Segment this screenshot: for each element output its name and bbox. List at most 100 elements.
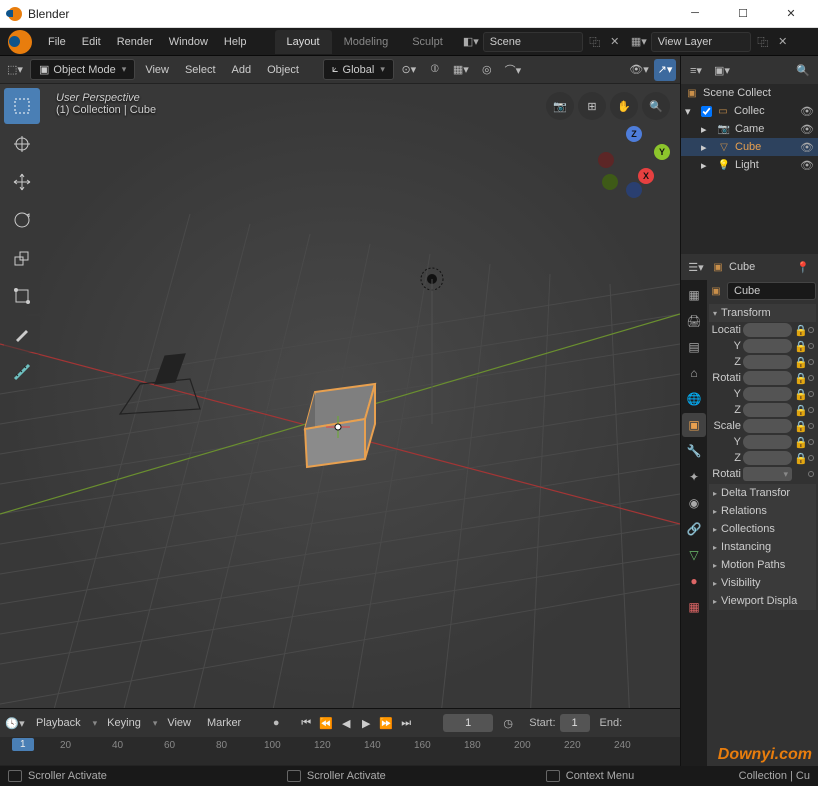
ptab-world[interactable]: 🌐	[682, 387, 706, 411]
outliner[interactable]: ▣ Scene Collect ▾ ▭ Collec 👁 ▸ 📷 Came 👁 …	[681, 84, 818, 254]
pivot-icon[interactable]: ⊙▾	[398, 59, 420, 81]
nav-camera-icon[interactable]: 📷	[546, 92, 574, 120]
proportional-icon[interactable]: ◎	[476, 59, 498, 81]
tab-modeling[interactable]: Modeling	[332, 30, 401, 54]
ptab-modifiers[interactable]: 🔧	[682, 439, 706, 463]
axis-gizmo[interactable]: Z Y X	[598, 126, 670, 198]
ptab-texture[interactable]: ▦	[682, 595, 706, 619]
panel-transform[interactable]: ▾Transform	[709, 304, 816, 322]
jump-start-icon[interactable]: ⏮	[297, 713, 315, 733]
menu-select[interactable]: Select	[179, 60, 222, 80]
ptab-data[interactable]: ▽	[682, 543, 706, 567]
scene-new-icon[interactable]: ⿻	[587, 34, 603, 50]
nav-zoom-icon[interactable]: 🔍	[642, 92, 670, 120]
menu-render[interactable]: Render	[109, 32, 161, 52]
menu-help[interactable]: Help	[216, 32, 255, 52]
snap-target-icon[interactable]: ▦▾	[450, 59, 472, 81]
menu-object[interactable]: Object	[261, 60, 305, 80]
outliner-root[interactable]: ▣ Scene Collect	[681, 84, 818, 102]
play-reverse-icon[interactable]: ◀	[337, 713, 355, 733]
rot-y[interactable]	[743, 387, 792, 401]
viewlayer-delete-icon[interactable]: ✕	[775, 34, 791, 50]
visibility-eye-icon[interactable]: 👁	[800, 141, 814, 154]
scene-name-field[interactable]: Scene	[483, 32, 583, 52]
axis-y[interactable]: Y	[654, 144, 670, 160]
maximize-button[interactable]: ☐	[728, 7, 758, 20]
panel-instancing[interactable]: ▸Instancing	[709, 538, 816, 556]
axis-z[interactable]: Z	[626, 126, 642, 142]
rot-z[interactable]	[743, 403, 792, 417]
editor-type-icon[interactable]: ⬚▾	[4, 59, 26, 81]
nav-pan-icon[interactable]: ✋	[610, 92, 638, 120]
viewlayer-browse-icon[interactable]: ▦▾	[631, 34, 647, 50]
tool-transform[interactable]	[4, 278, 40, 314]
rot-mode[interactable]: ▾	[743, 467, 792, 481]
search-icon[interactable]: 🔍	[792, 59, 814, 81]
outliner-item-cube[interactable]: ▸ ▽ Cube 👁	[681, 138, 818, 156]
ptab-physics[interactable]: ◉	[682, 491, 706, 515]
tool-select-box[interactable]	[4, 88, 40, 124]
loc-x[interactable]	[743, 323, 792, 337]
scale-z[interactable]	[743, 451, 792, 465]
ptab-material[interactable]: ●	[682, 569, 706, 593]
loc-z[interactable]	[743, 355, 792, 369]
menu-edit[interactable]: Edit	[74, 32, 109, 52]
keyframe-prev-icon[interactable]: ⏪	[317, 713, 335, 733]
loc-y[interactable]	[743, 339, 792, 353]
tool-scale[interactable]	[4, 240, 40, 276]
axis-neg-z[interactable]	[626, 182, 642, 198]
ptab-output[interactable]: 🖨	[682, 309, 706, 333]
panel-relations[interactable]: ▸Relations	[709, 502, 816, 520]
ptab-particles[interactable]: ✦	[682, 465, 706, 489]
tl-view[interactable]: View	[161, 713, 197, 733]
panel-collections[interactable]: ▸Collections	[709, 520, 816, 538]
outliner-item-camera[interactable]: ▸ 📷 Came 👁	[681, 120, 818, 138]
outliner-item-collection[interactable]: ▾ ▭ Collec 👁	[681, 102, 818, 120]
object-name-field[interactable]: Cube	[727, 282, 816, 300]
snap-icon[interactable]: ⦶	[424, 59, 446, 81]
menu-file[interactable]: File	[40, 32, 74, 52]
properties-editor-icon[interactable]: ☰▾	[685, 256, 707, 278]
panel-visibility[interactable]: ▸Visibility	[709, 574, 816, 592]
panel-delta[interactable]: ▸Delta Transfor	[709, 484, 816, 502]
scale-y[interactable]	[743, 435, 792, 449]
panel-motion[interactable]: ▸Motion Paths	[709, 556, 816, 574]
tool-rotate[interactable]	[4, 202, 40, 238]
keyframe-dot[interactable]	[808, 327, 814, 333]
axis-neg-y[interactable]	[602, 174, 618, 190]
gizmo-toggle-icon[interactable]: ↗▾	[654, 59, 676, 81]
axis-neg-x[interactable]	[598, 152, 614, 168]
visibility-eye-icon[interactable]: 👁	[800, 159, 814, 172]
visibility-icon[interactable]: 👁▾	[628, 59, 650, 81]
minimize-button[interactable]: ─	[680, 7, 710, 20]
outliner-item-light[interactable]: ▸ 💡 Light 👁	[681, 156, 818, 174]
ptab-constraints[interactable]: 🔗	[682, 517, 706, 541]
orientation-dropdown[interactable]: ⟀ Global ▾	[323, 59, 394, 80]
timeline-ruler[interactable]: 1 20 40 60 80 100 120 140 160 180 200 22…	[0, 737, 680, 765]
timeline-editor-icon[interactable]: 🕓▾	[4, 712, 26, 734]
tool-measure[interactable]	[4, 354, 40, 390]
rot-x[interactable]	[743, 371, 792, 385]
menu-window[interactable]: Window	[161, 32, 216, 52]
panel-viewport[interactable]: ▸Viewport Displa	[709, 592, 816, 610]
scene-delete-icon[interactable]: ✕	[607, 34, 623, 50]
mode-dropdown[interactable]: ▣ Object Mode ▾	[30, 59, 135, 80]
menu-view[interactable]: View	[139, 60, 175, 80]
ptab-render[interactable]: ▦	[682, 283, 706, 307]
scene-browse-icon[interactable]: ◧▾	[463, 34, 479, 50]
collection-checkbox[interactable]	[701, 106, 712, 117]
proportional-falloff-icon[interactable]: ⌒▾	[502, 59, 524, 81]
ptab-scene[interactable]: ⌂	[682, 361, 706, 385]
keyframe-next-icon[interactable]: ⏩	[377, 713, 395, 733]
ptab-viewlayer[interactable]: ▤	[682, 335, 706, 359]
close-button[interactable]: ✕	[776, 7, 806, 20]
viewlayer-new-icon[interactable]: ⿻	[755, 34, 771, 50]
viewport-3d[interactable]: User Perspective (1) Collection | Cube 📷…	[0, 84, 680, 708]
axis-x[interactable]: X	[638, 168, 654, 184]
ptab-object[interactable]: ▣	[682, 413, 706, 437]
playhead[interactable]: 1	[12, 738, 34, 751]
tab-sculpt[interactable]: Sculpt	[400, 30, 455, 54]
jump-end-icon[interactable]: ⏭	[397, 713, 415, 733]
play-icon[interactable]: ▶	[357, 713, 375, 733]
menu-add[interactable]: Add	[226, 60, 258, 80]
